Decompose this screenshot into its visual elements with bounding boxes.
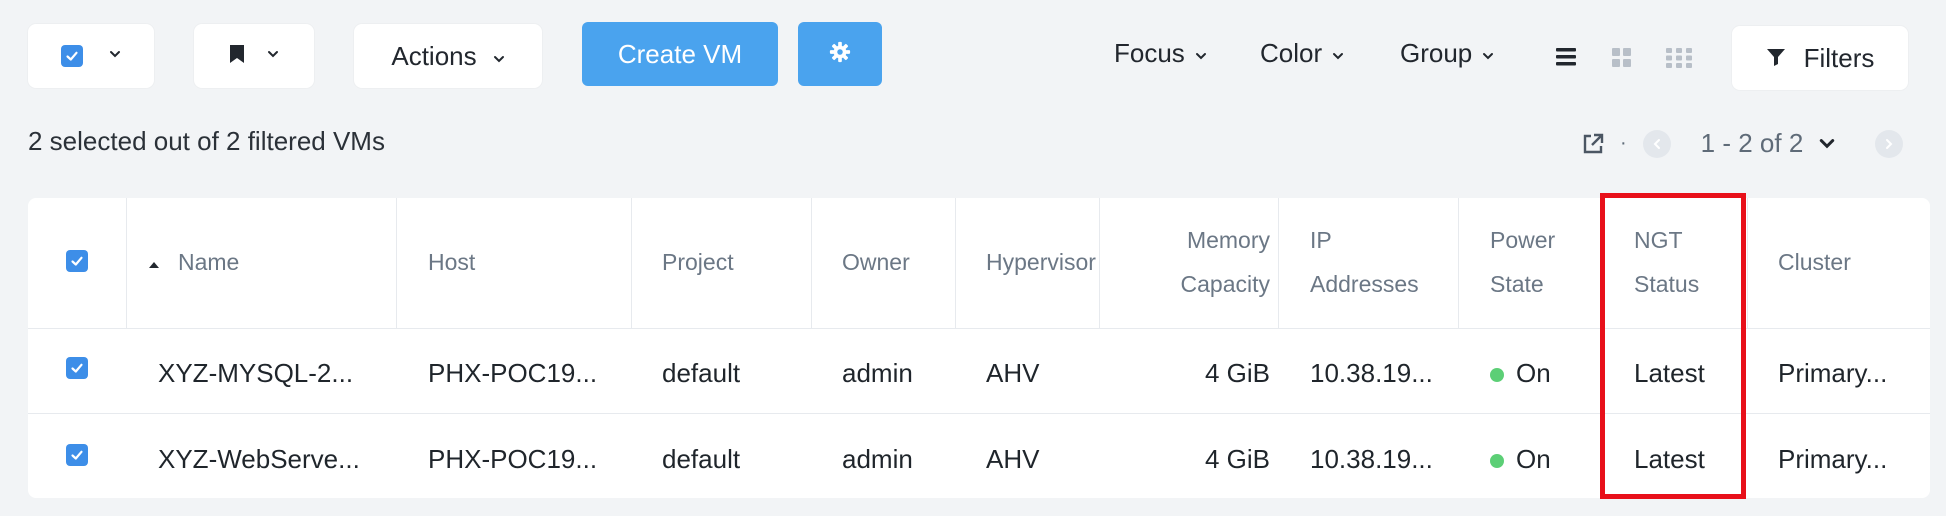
ip-header-line1: IP (1310, 227, 1332, 253)
column-divider (1458, 198, 1459, 328)
export-icon[interactable] (1582, 133, 1604, 155)
chevron-down-icon (1195, 38, 1207, 69)
column-divider (396, 198, 397, 328)
vm-owner: admin (842, 444, 913, 474)
pagination: · 1 - 2 of 2 (1582, 128, 1904, 159)
vm-ip: 10.38.19... (1310, 358, 1433, 388)
vm-host: PHX-POC19... (428, 358, 598, 388)
chevron-down-icon (1332, 38, 1344, 69)
column-header-hypervisor[interactable]: Hypervisor (986, 240, 1096, 284)
vm-project: default (662, 444, 741, 474)
chevron-down-icon (109, 47, 121, 65)
create-vm-label: Create VM (617, 38, 743, 69)
memory-header-line2: Capacity (1180, 271, 1270, 297)
checkbox-checked-icon (61, 45, 83, 67)
row-checkbox[interactable] (66, 444, 88, 466)
filter-icon (1766, 43, 1786, 74)
vm-name[interactable]: XYZ-WebServe... (158, 444, 360, 475)
pager-separator: · (1620, 132, 1627, 154)
vm-hypervisor: AHV (986, 358, 1040, 388)
vm-host: PHX-POC19... (428, 444, 598, 474)
bookmark-icon (229, 44, 245, 69)
color-label: Color (1260, 38, 1323, 68)
vm-power-state: On (1490, 358, 1551, 389)
vm-name[interactable]: XYZ-MYSQL-2... (158, 358, 353, 389)
chevron-down-icon (1482, 38, 1494, 69)
vm-cluster: Primary... (1778, 444, 1888, 474)
prev-page-button[interactable] (1642, 129, 1671, 158)
ngt-status-highlight-box (1600, 193, 1746, 499)
vm-ip: 10.38.19... (1310, 444, 1433, 474)
power-header-line1: Power (1490, 227, 1556, 253)
chevron-down-icon (267, 47, 279, 65)
column-header-power-state[interactable]: Power State (1490, 218, 1555, 306)
page-range-dropdown-icon[interactable] (1819, 137, 1835, 151)
column-header-name[interactable]: Name (178, 240, 239, 284)
focus-label: Focus (1114, 38, 1185, 68)
next-page-button[interactable] (1875, 129, 1904, 158)
tile-view-icon[interactable] (1666, 48, 1692, 73)
memory-header-line1: Memory (1186, 227, 1270, 253)
column-header-ip[interactable]: IP Addresses (1310, 218, 1419, 306)
sort-ascending-icon (148, 256, 160, 274)
power-on-dot (1490, 454, 1504, 469)
column-divider (1747, 198, 1748, 328)
column-header-host[interactable]: Host (428, 240, 475, 284)
group-label: Group (1400, 38, 1473, 68)
ip-header-line2: Addresses (1310, 271, 1419, 297)
settings-button[interactable] (798, 22, 882, 86)
column-header-owner[interactable]: Owner (842, 240, 910, 284)
vm-owner: admin (842, 358, 913, 388)
column-divider (811, 198, 812, 328)
power-state-label: On (1516, 358, 1551, 388)
vm-hypervisor: AHV (986, 444, 1040, 474)
focus-dropdown[interactable]: Focus (1114, 38, 1207, 69)
row-checkbox[interactable] (66, 357, 88, 379)
vm-memory: 4 GiB (1204, 444, 1270, 474)
power-header-line2: State (1490, 271, 1544, 297)
vm-project: default (662, 358, 741, 388)
vm-memory: 4 GiB (1204, 358, 1270, 388)
vm-cluster: Primary... (1778, 358, 1888, 388)
column-divider (955, 198, 956, 328)
power-state-label: On (1516, 444, 1551, 474)
column-divider (1278, 198, 1279, 328)
page-range: 1 - 2 of 2 (1700, 128, 1804, 158)
filters-button[interactable]: Filters (1732, 26, 1908, 90)
gear-icon (829, 39, 851, 70)
vm-power-state: On (1490, 444, 1551, 475)
actions-label: Actions (391, 40, 477, 71)
column-header-project[interactable]: Project (662, 240, 734, 284)
column-header-memory[interactable]: Memory Capacity (1100, 218, 1270, 306)
color-dropdown[interactable]: Color (1260, 38, 1344, 69)
column-divider (126, 198, 127, 328)
header-select-all-checkbox[interactable] (66, 250, 88, 272)
actions-dropdown[interactable]: Actions (354, 24, 542, 88)
column-header-cluster[interactable]: Cluster (1778, 240, 1851, 284)
power-on-dot (1490, 368, 1504, 383)
column-divider (631, 198, 632, 328)
group-dropdown[interactable]: Group (1400, 38, 1494, 69)
select-all-dropdown[interactable] (28, 24, 154, 88)
list-view-icon[interactable] (1556, 48, 1576, 71)
create-vm-button[interactable]: Create VM (582, 22, 778, 86)
filters-label: Filters (1803, 42, 1875, 73)
selection-summary: 2 selected out of 2 filtered VMs (28, 126, 385, 156)
grid-view-icon[interactable] (1612, 48, 1632, 73)
chevron-down-icon (493, 41, 505, 72)
bookmark-dropdown[interactable] (194, 24, 314, 88)
